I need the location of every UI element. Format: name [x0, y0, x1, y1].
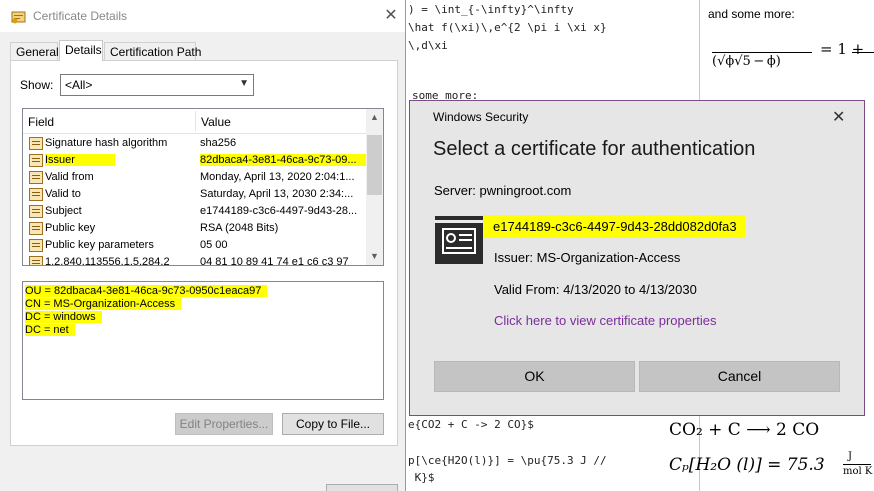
row-field: Subject: [45, 205, 82, 217]
detail-line: DC = net: [25, 324, 383, 337]
row-value: 04 81 10 89 41 74 e1 c6 c3 97: [200, 256, 349, 266]
table-row[interactable]: Valid from Monday, April 13, 2020 2:04:1…: [23, 169, 367, 186]
editor-line: ) = \int_{-\infty}^\infty: [408, 3, 574, 16]
chem-equation: CO₂ + C ⟶ 2 CO: [669, 420, 820, 440]
fields-list[interactable]: Field Value Signature hash algorithm sha…: [22, 108, 384, 266]
detail-line: OU = 82dbaca4-3e81-46ca-9c73-0950c1eaca9…: [25, 285, 383, 298]
row-field: Valid to: [45, 188, 81, 200]
tab-details[interactable]: Details: [59, 40, 103, 61]
formula-rhs: = 1 +: [820, 40, 865, 58]
certificate-icon: [11, 11, 26, 24]
ok-button[interactable]: OK: [434, 361, 635, 392]
row-value: e1744189-c3c6-4497-9d43-28...: [200, 205, 358, 217]
scroll-down-icon[interactable]: ▼: [366, 248, 383, 265]
table-row[interactable]: Subject e1744189-c3c6-4497-9d43-28...: [23, 203, 367, 220]
field-icon: [29, 171, 43, 184]
certificate-issuer: Issuer: MS-Organization-Access: [494, 250, 681, 265]
windows-security-dialog: Windows Security ✕ Select a certificate …: [409, 100, 865, 416]
copy-to-file-button[interactable]: Copy to File...: [282, 413, 384, 435]
row-field: Public key: [45, 222, 96, 234]
certificate-details-dialog: Certificate Details ✕ General Details Ce…: [0, 0, 406, 491]
column-header-value[interactable]: Value: [201, 115, 231, 129]
scroll-thumb[interactable]: [367, 135, 382, 195]
table-row[interactable]: 1.2.840.113556.1.5.284.2 04 81 10 89 41 …: [23, 254, 367, 266]
row-value: Saturday, April 13, 2030 2:34:...: [200, 188, 354, 200]
edit-properties-button[interactable]: Edit Properties...: [175, 413, 273, 435]
editor-line: e{CO2 + C -> 2 CO}$: [408, 418, 534, 431]
show-dropdown-value: <All>: [65, 78, 93, 92]
formula-denominator: (√ϕ√5 − ϕ): [712, 54, 781, 69]
preview-heading: and some more:: [708, 7, 795, 21]
close-icon[interactable]: ✕: [832, 107, 845, 126]
show-label: Show:: [20, 78, 54, 92]
certificate-name[interactable]: e1744189-c3c6-4497-9d43-28dd082d0fa3: [483, 215, 745, 238]
list-header: Field Value: [23, 109, 367, 134]
title-bar[interactable]: Certificate Details ✕: [0, 0, 405, 32]
field-detail-box[interactable]: OU = 82dbaca4-3e81-46ca-9c73-0950c1eaca9…: [22, 281, 384, 400]
ok-button-partial[interactable]: [326, 484, 398, 491]
row-value: sha256: [200, 137, 237, 149]
field-icon: [29, 222, 43, 235]
row-value: 82dbaca4-3e81-46ca-9c73-09...: [200, 154, 366, 166]
table-row[interactable]: Valid to Saturday, April 13, 2030 2:34:.…: [23, 186, 367, 203]
detail-line: CN = MS-Organization-Access: [25, 298, 383, 311]
field-icon: [29, 137, 43, 150]
editor-line: p[\ce{H2O(l)}] = \pu{75.3 J //: [408, 454, 607, 467]
editor-line: K}$: [408, 471, 435, 484]
server-label: Server: pwningroot.com: [434, 183, 572, 198]
formula-fraction-bar: [712, 52, 812, 53]
dialog-title: Windows Security: [433, 110, 529, 124]
scroll-up-icon[interactable]: ▲: [366, 109, 383, 126]
column-header-field[interactable]: Field: [28, 115, 54, 129]
row-field: Signature hash algorithm: [45, 137, 168, 149]
close-icon[interactable]: ✕: [382, 6, 400, 24]
row-value: 05 00: [200, 239, 228, 251]
row-value: Monday, April 13, 2020 2:04:1...: [200, 171, 355, 183]
editor-line: \,d\xi: [408, 39, 448, 52]
tab-general[interactable]: General: [10, 42, 59, 61]
heat-unit-bar: [843, 464, 871, 465]
certificate-validity: Valid From: 4/13/2020 to 4/13/2030: [494, 282, 697, 297]
row-field: 1.2.840.113556.1.5.284.2: [45, 256, 170, 266]
field-icon: [29, 239, 43, 252]
column-separator[interactable]: [195, 111, 196, 131]
row-value: RSA (2048 Bits): [200, 222, 279, 234]
cancel-button[interactable]: Cancel: [639, 361, 840, 392]
view-certificate-properties-link[interactable]: Click here to view certificate propertie…: [494, 313, 717, 328]
chevron-down-icon: ▼: [239, 78, 249, 89]
editor-line: \hat f(\xi)\,e^{2 \pi i \xi x}: [408, 21, 607, 34]
row-field: Valid from: [45, 171, 94, 183]
detail-line: DC = windows: [25, 311, 383, 324]
row-field: Issuer: [45, 154, 115, 166]
field-icon: [29, 205, 43, 218]
field-icon: [29, 256, 43, 265]
table-row[interactable]: Public key RSA (2048 Bits): [23, 220, 367, 237]
heat-unit-numerator: J: [848, 451, 853, 462]
table-row[interactable]: Public key parameters 05 00: [23, 237, 367, 254]
dialog-heading: Select a certificate for authentication: [433, 138, 756, 160]
field-icon: [29, 154, 43, 167]
table-row-issuer[interactable]: Issuer 82dbaca4-3e81-46ca-9c73-09...: [23, 152, 367, 169]
tab-certification-path[interactable]: Certification Path: [104, 42, 201, 61]
field-icon: [29, 188, 43, 201]
list-scrollbar[interactable]: ▲ ▼: [366, 109, 383, 265]
formula-fraction-bar-2: [852, 52, 874, 53]
certificate-icon[interactable]: [435, 216, 483, 264]
heat-unit-denominator: mol K: [843, 466, 873, 477]
table-row[interactable]: Signature hash algorithm sha256: [23, 135, 367, 152]
heat-capacity-equation: Cₚ[H₂O (l)] = 75.3: [669, 455, 825, 475]
show-dropdown[interactable]: <All> ▼: [60, 74, 254, 96]
dialog-title: Certificate Details: [33, 9, 128, 23]
row-field: Public key parameters: [45, 239, 154, 251]
